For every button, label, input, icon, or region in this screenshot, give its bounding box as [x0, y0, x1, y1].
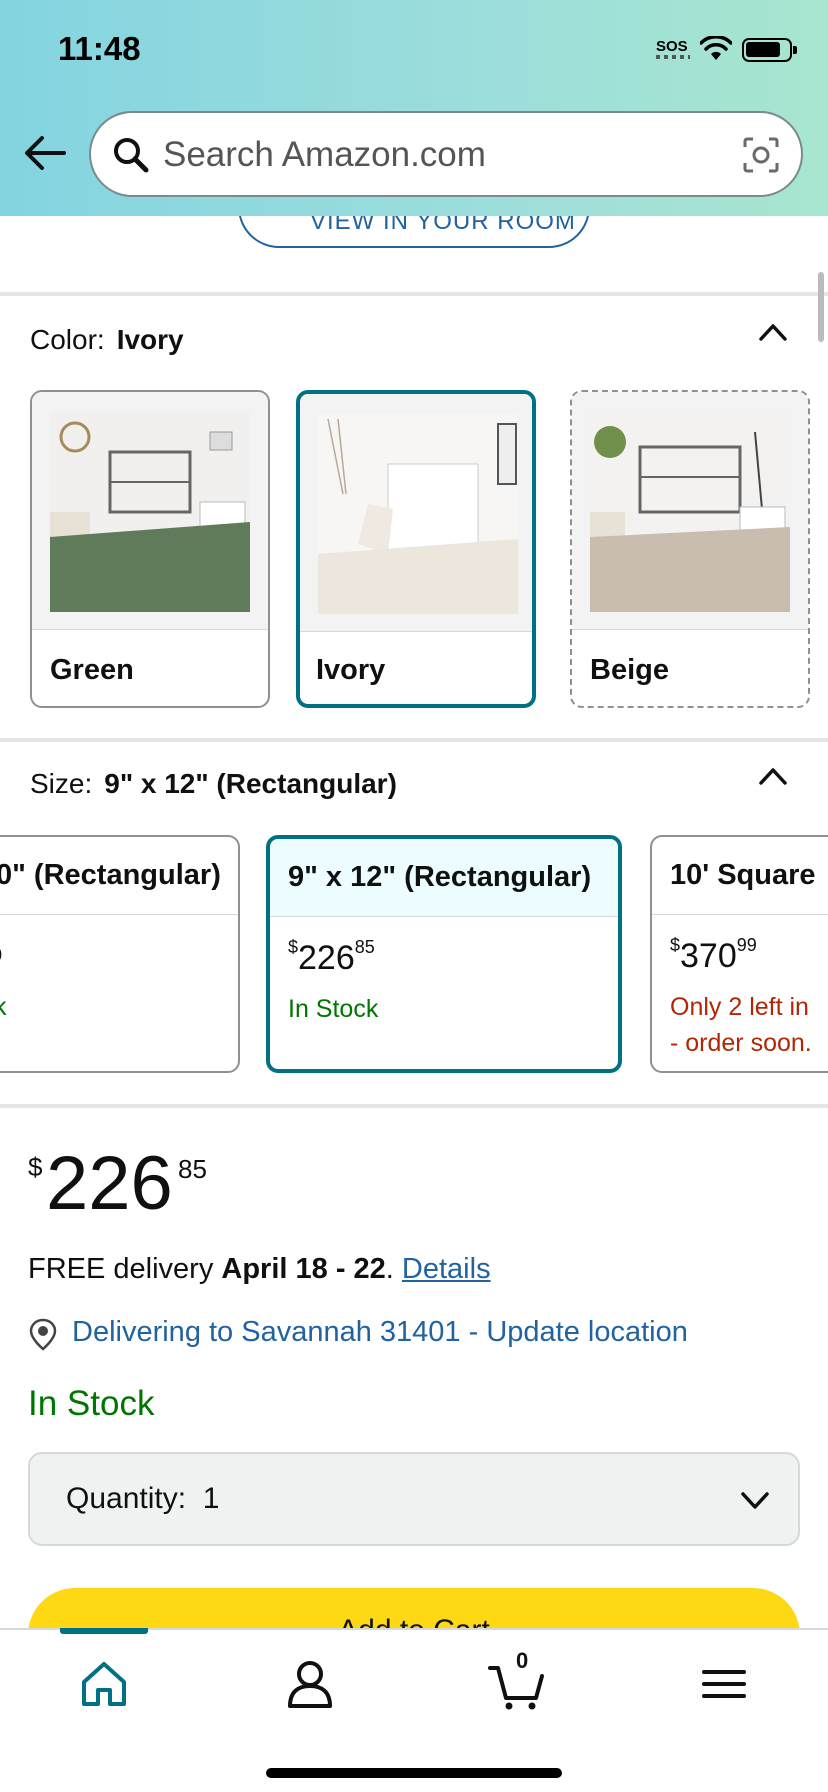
delivery-suffix: .	[385, 1253, 402, 1285]
search-input[interactable]	[163, 131, 703, 179]
color-option-label: Green	[50, 654, 134, 686]
rug-image-beige	[572, 392, 808, 630]
wifi-icon	[700, 36, 732, 60]
scrollbar[interactable]	[818, 272, 824, 342]
rug-image-ivory	[300, 394, 532, 632]
size-option-price-whole: 370	[680, 937, 737, 975]
delivery-dates: April 18 - 22	[221, 1253, 386, 1285]
size-option-stock: k	[0, 989, 7, 1025]
quantity-label: Quantity: 1	[66, 1482, 219, 1516]
app-header: 11:48 SOS	[0, 0, 828, 216]
collapse-size-chevron-icon[interactable]	[758, 766, 788, 786]
size-option-price-fraction: 85	[354, 936, 375, 957]
quantity-dropdown[interactable]: Quantity: 1	[28, 1452, 800, 1546]
quantity-label-text: Quantity:	[66, 1482, 187, 1515]
size-option-card[interactable]: 0" (Rectangular) 0 k	[0, 835, 240, 1073]
section-divider	[0, 738, 828, 742]
section-divider	[0, 292, 828, 296]
price-symbol: $	[28, 1152, 43, 1182]
camera-scan-icon[interactable]	[741, 135, 781, 175]
color-option-ivory[interactable]: Ivory	[296, 390, 536, 708]
size-option-price-whole: 0	[0, 945, 2, 965]
low-stock-line: - order soon.	[670, 1029, 812, 1057]
size-option-card-selected[interactable]: 9" x 12" (Rectangular) $22685 In Stock	[266, 835, 622, 1073]
account-icon[interactable]	[280, 1654, 340, 1714]
delivery-info: FREE delivery April 18 - 22. Details	[28, 1253, 491, 1286]
price-whole: 226	[46, 1141, 173, 1226]
size-option-price-symbol: $	[288, 936, 299, 957]
battery-icon	[742, 38, 797, 62]
status-bar: 11:48 SOS	[0, 0, 828, 100]
color-selected-value: Ivory	[116, 324, 184, 355]
chevron-down-icon	[741, 1492, 769, 1509]
color-option-beige[interactable]: Beige	[570, 390, 810, 708]
size-option-price-fraction: 99	[736, 934, 757, 955]
home-icon[interactable]	[74, 1654, 134, 1714]
availability-status: In Stock	[28, 1384, 155, 1423]
size-option-title: 9" x 12" (Rectangular)	[270, 839, 618, 917]
quantity-value: 1	[202, 1482, 220, 1515]
delivery-prefix: FREE delivery	[28, 1253, 222, 1285]
home-indicator[interactable]	[266, 1768, 562, 1778]
size-selected-value: 9" x 12" (Rectangular)	[104, 768, 397, 799]
sos-indicator: SOS	[656, 38, 688, 55]
search-icon	[114, 138, 149, 173]
color-option-label: Beige	[590, 654, 669, 686]
size-option-price: $37099	[670, 934, 757, 976]
search-bar[interactable]	[89, 111, 803, 197]
active-tab-indicator	[60, 1628, 148, 1634]
size-option-price: $22685	[288, 936, 375, 978]
cart-button[interactable]: 0	[486, 1648, 546, 1714]
cart-count: 0	[516, 1648, 529, 1673]
status-time: 11:48	[58, 30, 141, 67]
price-fraction: 85	[178, 1154, 207, 1184]
size-option-title: 0" (Rectangular)	[0, 837, 238, 915]
collapse-color-chevron-icon[interactable]	[758, 322, 788, 342]
back-arrow-icon[interactable]	[22, 130, 68, 176]
size-option-price-symbol: $	[670, 934, 681, 955]
delivery-location-text: Delivering to Savannah 31401 - Update lo…	[72, 1316, 688, 1348]
color-label: Color:	[30, 324, 105, 355]
rug-image-green	[32, 392, 268, 630]
color-option-green[interactable]: Green	[30, 390, 270, 708]
section-divider	[0, 1104, 828, 1108]
size-option-stock: In Stock	[288, 995, 379, 1023]
size-option-price: 0	[0, 945, 2, 966]
size-section-label: Size: 9" x 12" (Rectangular)	[30, 768, 397, 800]
size-option-title: 10' Square	[652, 837, 828, 915]
size-option-price-whole: 226	[298, 939, 355, 977]
color-option-label: Ivory	[316, 654, 386, 686]
color-section-label: Color: Ivory	[30, 324, 184, 356]
size-option-card[interactable]: 10' Square $37099 Only 2 left in - order…	[650, 835, 828, 1073]
low-stock-line: Only 2 left in	[670, 993, 809, 1021]
signal-dots-icon	[656, 55, 690, 59]
location-pin-icon	[29, 1318, 57, 1351]
delivery-details-link[interactable]: Details	[402, 1253, 491, 1285]
bottom-navigation: 0	[0, 1628, 828, 1792]
size-label: Size:	[30, 768, 93, 799]
menu-icon[interactable]	[694, 1654, 754, 1714]
size-option-stock: Only 2 left in - order soon.	[670, 989, 812, 1061]
